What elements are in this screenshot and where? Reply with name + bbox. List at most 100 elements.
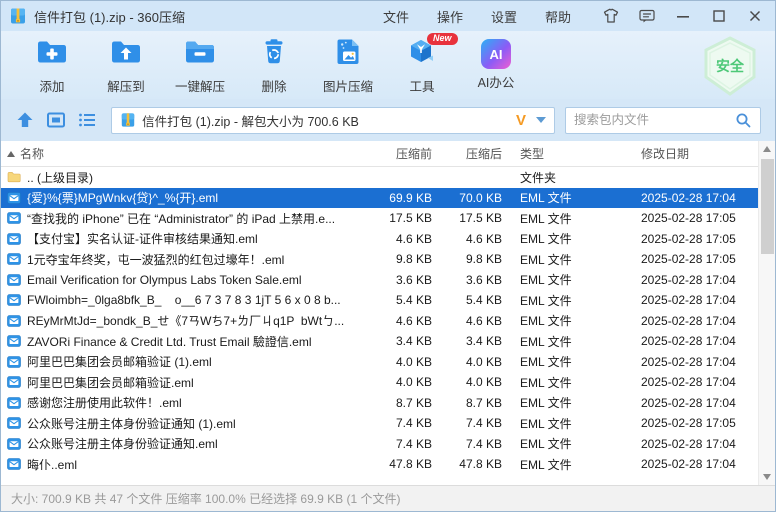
toolbar-label: 图片压缩 xyxy=(323,76,373,95)
archive-path-combobox[interactable]: 信件打包 (1).zip - 解包大小为 700.6 KB V xyxy=(111,107,555,134)
menu-actions[interactable]: 操作 xyxy=(437,7,463,26)
file-name: 阿里巴巴集团会员邮箱验证 (1).eml xyxy=(27,353,212,370)
close-icon[interactable] xyxy=(745,6,765,26)
status-text: 大小: 700.9 KB 共 47 个文件 压缩率 100.0% 已经选择 69… xyxy=(11,490,400,507)
eml-file-icon xyxy=(7,253,21,265)
file-name: .. (上级目录) xyxy=(27,169,93,186)
menu-help[interactable]: 帮助 xyxy=(545,7,571,26)
eml-file-icon xyxy=(7,438,21,450)
size-before: 4.0 KB xyxy=(360,375,432,389)
safety-shield-badge[interactable]: 安全 xyxy=(699,35,761,102)
size-before: 3.6 KB xyxy=(360,273,432,287)
maximize-icon[interactable] xyxy=(709,6,729,26)
table-row[interactable]: Email Verification for Olympus Labs Toke… xyxy=(1,270,758,291)
eml-file-icon xyxy=(7,458,21,470)
scrollbar-thumb[interactable] xyxy=(761,159,774,254)
search-input[interactable] xyxy=(574,113,735,127)
combobox-dropdown-icon[interactable] xyxy=(536,117,546,123)
table-row[interactable]: 1元夺宝年终奖，屯一波猛烈的红包过壕年！.eml 9.8 KB 9.8 KB E… xyxy=(1,249,758,270)
header-type[interactable]: 类型 xyxy=(502,145,620,162)
header-size-after[interactable]: 压缩后 xyxy=(432,145,502,162)
table-row[interactable]: REyMrMtJd=_bondk_B_せ《7ㄢWち7+ㄌ厂ㄐq1P bWtㄅ..… xyxy=(1,311,758,332)
table-row[interactable]: 晦仆..eml 47.8 KB 47.8 KB EML 文件 2025-02-2… xyxy=(1,454,758,475)
size-before: 17.5 KB xyxy=(360,211,432,225)
toolbar: 添加 解压到 一键解压 xyxy=(1,31,775,99)
file-type: EML 文件 xyxy=(502,333,620,350)
file-name: Email Verification for Olympus Labs Toke… xyxy=(27,273,302,287)
table-row[interactable]: FWloimbh=_0lga8bfk_B_ o__6 7 3 7 8 3 1jT… xyxy=(1,290,758,311)
file-date: 2025-02-28 17:04 xyxy=(620,375,758,389)
menu-file[interactable]: 文件 xyxy=(383,7,409,26)
file-name: “查找我的 iPhone” 已在 “Administrator” 的 iPad … xyxy=(27,210,335,227)
table-row[interactable]: 公众账号注册主体身份验证通知 (1).eml 7.4 KB 7.4 KB EML… xyxy=(1,413,758,434)
file-type: EML 文件 xyxy=(502,312,620,329)
file-type: 文件夹 xyxy=(502,169,620,186)
status-bar: 大小: 700.9 KB 共 47 个文件 压缩率 100.0% 已经选择 69… xyxy=(1,485,775,511)
folder-icon xyxy=(7,171,21,183)
table-row[interactable]: {爱}%{票}MPgWnkv{贷}^_%{开}.eml 69.9 KB 70.0… xyxy=(1,188,758,209)
table-row[interactable]: 感谢您注册使用此软件！.eml 8.7 KB 8.7 KB EML 文件 202… xyxy=(1,393,758,414)
extract-to-button[interactable]: 解压到 xyxy=(89,35,163,95)
scrollbar-track[interactable] xyxy=(759,157,775,469)
vertical-scrollbar[interactable] xyxy=(758,141,775,485)
ai-office-button[interactable]: AI AI办公 xyxy=(459,35,533,95)
table-row[interactable]: 【支付宝】实名认证-证件审核结果通知.eml 4.6 KB 4.6 KB EML… xyxy=(1,229,758,250)
toolbar-label: AI办公 xyxy=(478,72,515,91)
scroll-up-icon[interactable] xyxy=(759,141,775,157)
zip-file-icon xyxy=(120,112,136,128)
minimize-icon[interactable] xyxy=(673,6,693,26)
file-type: EML 文件 xyxy=(502,271,620,288)
image-compress-button[interactable]: 图片压缩 xyxy=(311,35,385,95)
table-row[interactable]: “查找我的 iPhone” 已在 “Administrator” 的 iPad … xyxy=(1,208,758,229)
file-type: EML 文件 xyxy=(502,210,620,227)
header-name[interactable]: 名称 xyxy=(1,145,360,162)
size-after: 3.4 KB xyxy=(432,334,502,348)
size-after: 4.0 KB xyxy=(432,375,502,389)
search-icon[interactable] xyxy=(735,112,752,129)
menu-settings[interactable]: 设置 xyxy=(491,7,517,26)
size-after: 47.8 KB xyxy=(432,457,502,471)
table-row[interactable]: 阿里巴巴集团会员邮箱验证.eml 4.0 KB 4.0 KB EML 文件 20… xyxy=(1,372,758,393)
table-row[interactable]: 阿里巴巴集团会员邮箱验证 (1).eml 4.0 KB 4.0 KB EML 文… xyxy=(1,352,758,373)
size-before: 9.8 KB xyxy=(360,252,432,266)
file-type: EML 文件 xyxy=(502,394,620,411)
size-after: 8.7 KB xyxy=(432,396,502,410)
file-type: EML 文件 xyxy=(502,415,620,432)
skin-theme-icon[interactable] xyxy=(601,6,621,26)
one-click-extract-button[interactable]: 一键解压 xyxy=(163,35,237,95)
size-before: 3.4 KB xyxy=(360,334,432,348)
image-compress-icon xyxy=(330,36,366,73)
size-after: 7.4 KB xyxy=(432,416,502,430)
file-name: 晦仆..eml xyxy=(27,456,77,473)
size-after: 3.6 KB xyxy=(432,273,502,287)
header-date[interactable]: 修改日期 xyxy=(620,145,758,162)
up-directory-icon[interactable] xyxy=(15,109,36,131)
size-before: 8.7 KB xyxy=(360,396,432,410)
header-size-before[interactable]: 压缩前 xyxy=(360,145,432,162)
table-row[interactable]: .. (上级目录) 文件夹 xyxy=(1,167,758,188)
size-after: 4.0 KB xyxy=(432,355,502,369)
feedback-icon[interactable] xyxy=(637,6,657,26)
table-row[interactable]: ZAVORi Finance & Credit Ltd. Trust Email… xyxy=(1,331,758,352)
file-date: 2025-02-28 17:04 xyxy=(620,457,758,471)
eml-file-icon xyxy=(7,356,21,368)
delete-button[interactable]: 删除 xyxy=(237,35,311,95)
file-name: 公众账号注册主体身份验证通知.eml xyxy=(27,435,218,452)
scroll-down-icon[interactable] xyxy=(759,469,775,485)
v-logo: V xyxy=(516,112,526,129)
thumbnail-view-icon[interactable] xyxy=(46,109,67,131)
size-before: 4.0 KB xyxy=(360,355,432,369)
tools-button[interactable]: New 工具 xyxy=(385,35,459,95)
size-before: 7.4 KB xyxy=(360,437,432,451)
list-view-icon[interactable] xyxy=(76,109,97,131)
eml-file-icon xyxy=(7,233,21,245)
add-button[interactable]: 添加 xyxy=(15,35,89,95)
file-name: 阿里巴巴集团会员邮箱验证.eml xyxy=(27,374,194,391)
zip-archive-icon xyxy=(9,7,27,25)
size-before: 47.8 KB xyxy=(360,457,432,471)
eml-file-icon xyxy=(7,274,21,286)
size-after: 5.4 KB xyxy=(432,293,502,307)
table-row[interactable]: 公众账号注册主体身份验证通知.eml 7.4 KB 7.4 KB EML 文件 … xyxy=(1,434,758,455)
app-window: 信件打包 (1).zip - 360压缩 文件 操作 设置 帮助 xyxy=(0,0,776,512)
folder-plus-icon xyxy=(34,36,70,73)
